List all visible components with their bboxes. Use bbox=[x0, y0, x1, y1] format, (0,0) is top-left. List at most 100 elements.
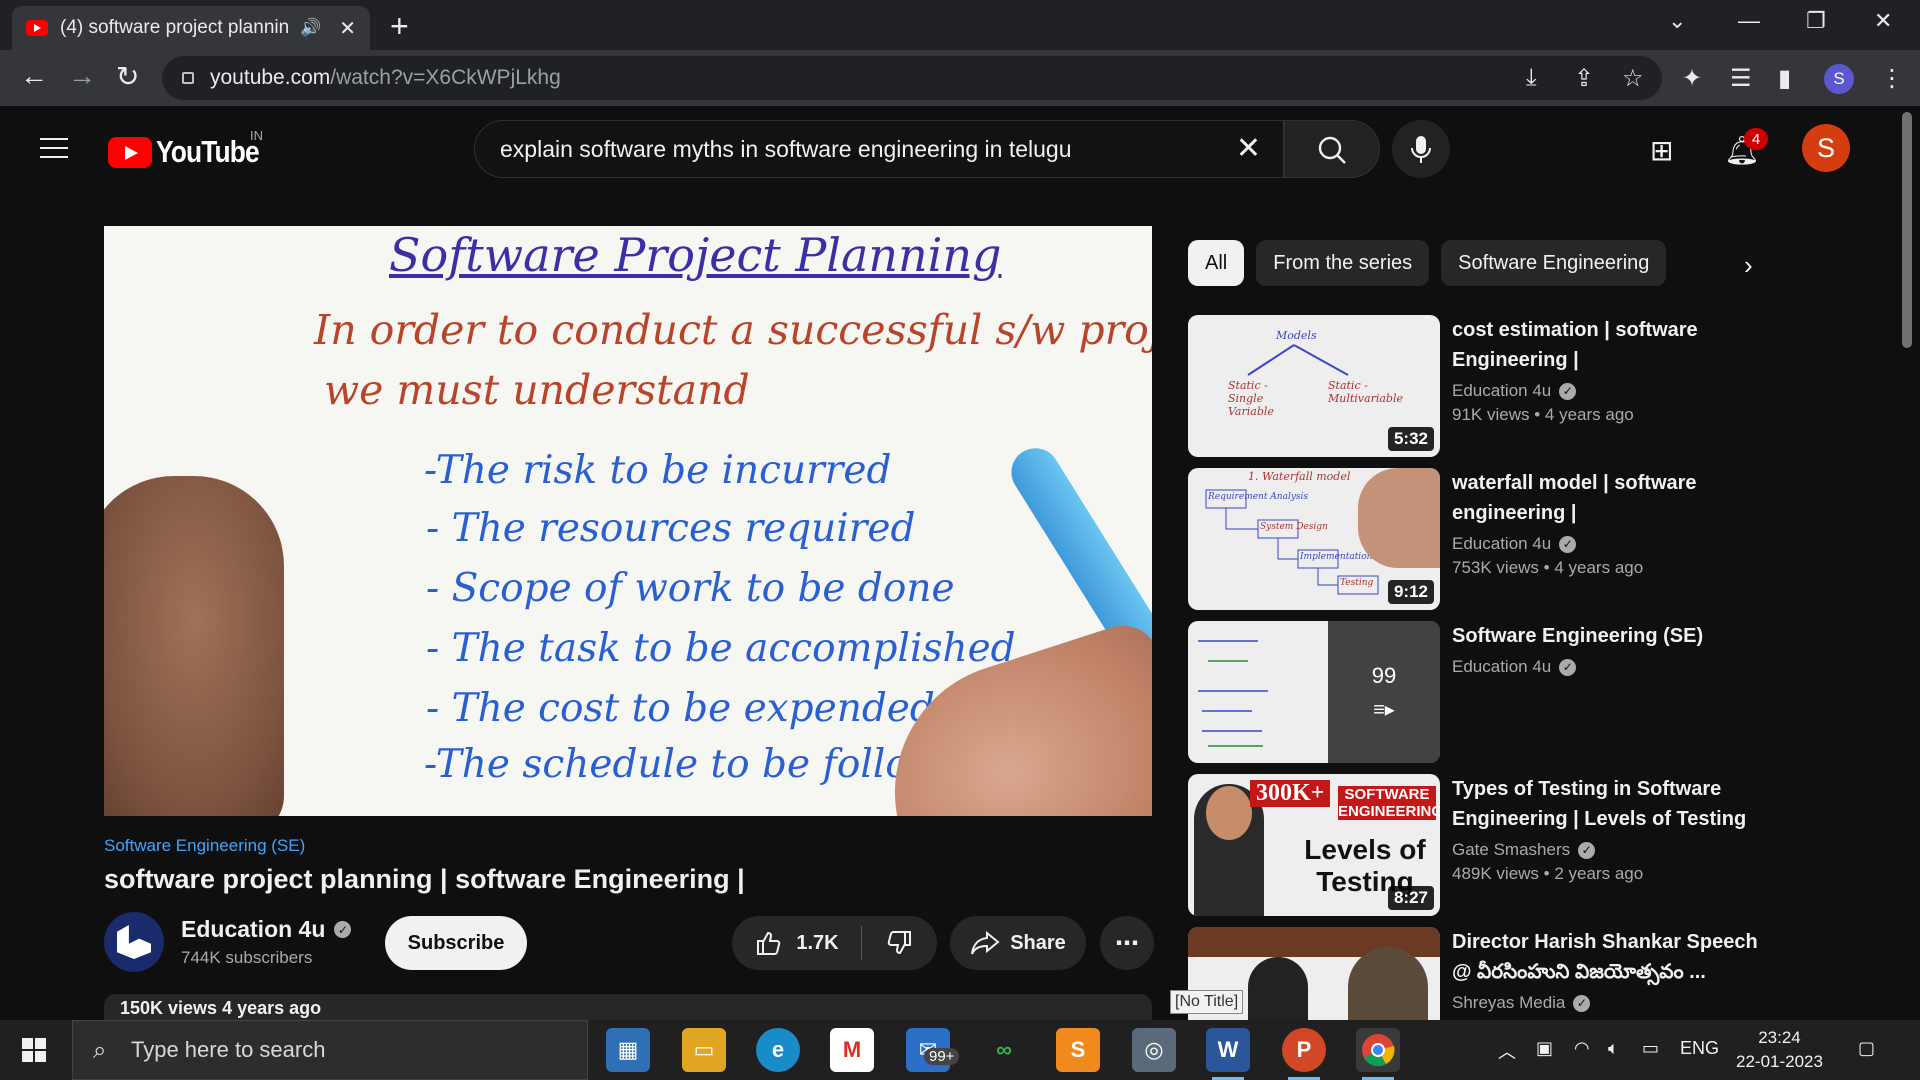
microsoft-store-icon[interactable]: ▦ bbox=[606, 1028, 650, 1072]
side-panel-icon[interactable]: ▮ bbox=[1778, 64, 1791, 93]
voice-search-button[interactable] bbox=[1392, 120, 1450, 178]
recommendation-playlist[interactable]: 99 ≡▸ Software Engineering (SE) Educatio… bbox=[1188, 621, 1868, 763]
chips-next-arrow-icon[interactable]: › bbox=[1744, 250, 1753, 281]
system-clock[interactable]: 23:24 22-01-2023 bbox=[1736, 1026, 1823, 1074]
chip-software-engineering[interactable]: Software Engineering bbox=[1441, 240, 1667, 286]
clock-date: 22-01-2023 bbox=[1736, 1052, 1823, 1071]
guide-menu-icon[interactable] bbox=[40, 138, 68, 158]
tab-close-icon[interactable]: ✕ bbox=[339, 16, 356, 41]
whiteboard-line-1: In order to conduct a successful s/w pro… bbox=[314, 306, 1152, 354]
url-text[interactable]: youtube.com/watch?v=X6CkWPjLkhg bbox=[210, 66, 561, 90]
microphone-icon bbox=[1411, 136, 1431, 163]
chrome-menu-icon[interactable]: ⋮ bbox=[1880, 64, 1904, 93]
minimize-icon[interactable]: — bbox=[1738, 8, 1760, 34]
recommendation-item[interactable]: Models Static - Single Variable Static -… bbox=[1188, 315, 1868, 457]
search-button[interactable] bbox=[1284, 120, 1380, 178]
verified-check-icon: ✓ bbox=[1559, 535, 1577, 553]
back-arrow-icon[interactable]: ← bbox=[20, 60, 48, 92]
extensions-puzzle-icon[interactable]: ✦ bbox=[1682, 64, 1702, 93]
chrome-profile-avatar[interactable]: S bbox=[1824, 64, 1854, 94]
channel-name-row[interactable]: Education 4u ✓ bbox=[181, 916, 352, 943]
media-control-icon[interactable]: ☰ bbox=[1730, 64, 1752, 93]
install-app-icon[interactable]: ⤓ bbox=[1526, 64, 1537, 92]
recommendation-age: 4 years ago bbox=[1544, 405, 1634, 424]
input-language[interactable]: ENG bbox=[1680, 1038, 1719, 1059]
create-video-icon[interactable]: ⊞ bbox=[1650, 134, 1673, 167]
thumb-sketch-text: Testing bbox=[1340, 578, 1374, 588]
playlist-overlay: 99 ≡▸ bbox=[1328, 621, 1440, 763]
more-actions-button[interactable]: ⋯ bbox=[1100, 916, 1154, 970]
recommendation-channel[interactable]: Gate Smashers bbox=[1452, 840, 1570, 860]
chip-all[interactable]: All bbox=[1188, 240, 1245, 286]
forward-arrow-icon[interactable]: → bbox=[68, 60, 96, 92]
lock-icon[interactable] bbox=[182, 72, 194, 84]
bookmark-star-icon[interactable]: ☆ bbox=[1622, 64, 1644, 93]
video-thumbnail[interactable]: 1. Waterfall model Requirement Analysis … bbox=[1188, 468, 1440, 610]
browser-tab[interactable]: (4) software project planning 🔊 ✕ bbox=[12, 6, 370, 50]
recommendation-title[interactable]: Software Engineering (SE) bbox=[1452, 621, 1762, 651]
recommendation-title[interactable]: Types of Testing in Software Engineering… bbox=[1452, 774, 1762, 834]
reload-icon[interactable]: ↻ bbox=[116, 60, 139, 93]
recommendation-item[interactable]: 1. Waterfall model Requirement Analysis … bbox=[1188, 468, 1868, 610]
description-box[interactable]: 150K views 4 years ago bbox=[104, 994, 1152, 1020]
new-tab-button[interactable]: + bbox=[390, 8, 409, 45]
recommendation-title[interactable]: waterfall model | software engineering | bbox=[1452, 468, 1762, 528]
sublime-text-icon[interactable]: S bbox=[1056, 1028, 1100, 1072]
account-avatar[interactable]: S bbox=[1802, 124, 1850, 172]
scrollbar-thumb[interactable] bbox=[1902, 112, 1912, 348]
url-host: youtube.com bbox=[210, 66, 331, 89]
clock-time: 23:24 bbox=[1758, 1028, 1801, 1047]
battery-icon[interactable]: ▭ bbox=[1642, 1038, 1659, 1059]
wifi-icon[interactable]: ◠ bbox=[1574, 1038, 1590, 1059]
share-button[interactable]: Share bbox=[950, 916, 1086, 970]
video-player[interactable]: Software Project Planning In order to co… bbox=[104, 226, 1152, 816]
share-page-icon[interactable]: ⇪ bbox=[1574, 64, 1594, 93]
tray-overflow-chevron-icon[interactable]: ︿ bbox=[1498, 1038, 1516, 1064]
chip-from-the-series[interactable]: From the series bbox=[1256, 240, 1430, 286]
recommendation-title[interactable]: Director Harish Shankar Speech @ వీరసింహ… bbox=[1452, 927, 1762, 987]
powerpoint-app-icon[interactable]: P bbox=[1282, 1028, 1326, 1080]
subscriber-count: 744K subscribers bbox=[181, 948, 313, 967]
recommendation-item[interactable]: Director Harish Shankar Speech @ వీరసింహ… bbox=[1188, 927, 1868, 1020]
taskbar-search-input[interactable]: ⌕ Type here to search bbox=[72, 1020, 588, 1080]
restore-icon[interactable]: ❐ bbox=[1806, 8, 1826, 34]
whiteboard-bullet: - The resources required bbox=[426, 506, 916, 551]
search-input[interactable]: explain software myths in software engin… bbox=[474, 120, 1284, 178]
playlist-thumbnail[interactable]: 99 ≡▸ bbox=[1188, 621, 1440, 763]
close-window-icon[interactable]: ✕ bbox=[1874, 8, 1892, 34]
page-scrollbar[interactable] bbox=[1880, 106, 1920, 1020]
clear-search-icon[interactable]: ✕ bbox=[1236, 131, 1261, 166]
tab-audio-icon[interactable]: 🔊 bbox=[300, 18, 321, 38]
thumb-text: SOFTWARE ENGINEERING bbox=[1338, 786, 1440, 820]
video-thumbnail[interactable]: Models Static - Single Variable Static -… bbox=[1188, 315, 1440, 457]
series-link[interactable]: Software Engineering (SE) bbox=[104, 836, 305, 856]
edge-browser-icon[interactable]: e bbox=[756, 1028, 800, 1072]
video-thumbnail[interactable]: 300K+ SOFTWARE ENGINEERING Levels of Tes… bbox=[1188, 774, 1440, 916]
channel-avatar[interactable] bbox=[104, 912, 164, 972]
geeksforgeeks-icon[interactable]: ∞ bbox=[982, 1028, 1026, 1072]
tab-search-chevron-icon[interactable]: ⌄ bbox=[1668, 8, 1686, 34]
recommendation-channel[interactable]: Education 4u bbox=[1452, 657, 1551, 677]
channel-name[interactable]: Education 4u bbox=[181, 916, 325, 943]
chrome-app-icon[interactable] bbox=[1356, 1028, 1400, 1080]
thumb-sketch-text: Requirement Analysis bbox=[1208, 492, 1309, 502]
dislike-button[interactable] bbox=[862, 929, 937, 957]
windows-start-icon[interactable] bbox=[22, 1038, 46, 1062]
tray-app-icon[interactable]: ▣ bbox=[1536, 1038, 1553, 1059]
file-explorer-icon[interactable]: ▭ bbox=[682, 1028, 726, 1072]
like-button[interactable]: 1.7K bbox=[732, 926, 862, 960]
word-app-icon[interactable]: W bbox=[1206, 1028, 1250, 1080]
recommendation-channel[interactable]: Education 4u bbox=[1452, 534, 1551, 554]
notifications-center-icon[interactable]: ▢ bbox=[1858, 1038, 1875, 1059]
recommendation-channel[interactable]: Shreyas Media bbox=[1452, 993, 1565, 1013]
recommendation-item[interactable]: 300K+ SOFTWARE ENGINEERING Levels of Tes… bbox=[1188, 774, 1868, 916]
recommendation-channel[interactable]: Education 4u bbox=[1452, 381, 1551, 401]
gmail-icon[interactable]: M bbox=[830, 1028, 874, 1072]
whiteboard-bullet: - Scope of work to be done bbox=[426, 566, 955, 611]
address-bar[interactable]: youtube.com/watch?v=X6CkWPjLkhg bbox=[162, 56, 1662, 100]
subscribe-button[interactable]: Subscribe bbox=[385, 916, 527, 970]
youtube-logo[interactable]: YouTube IN bbox=[108, 128, 277, 170]
recommendation-title[interactable]: cost estimation | software Engineering | bbox=[1452, 315, 1762, 375]
volume-icon[interactable]: 🔈︎ bbox=[1608, 1038, 1619, 1059]
security-app-icon[interactable]: ◎ bbox=[1132, 1028, 1176, 1072]
